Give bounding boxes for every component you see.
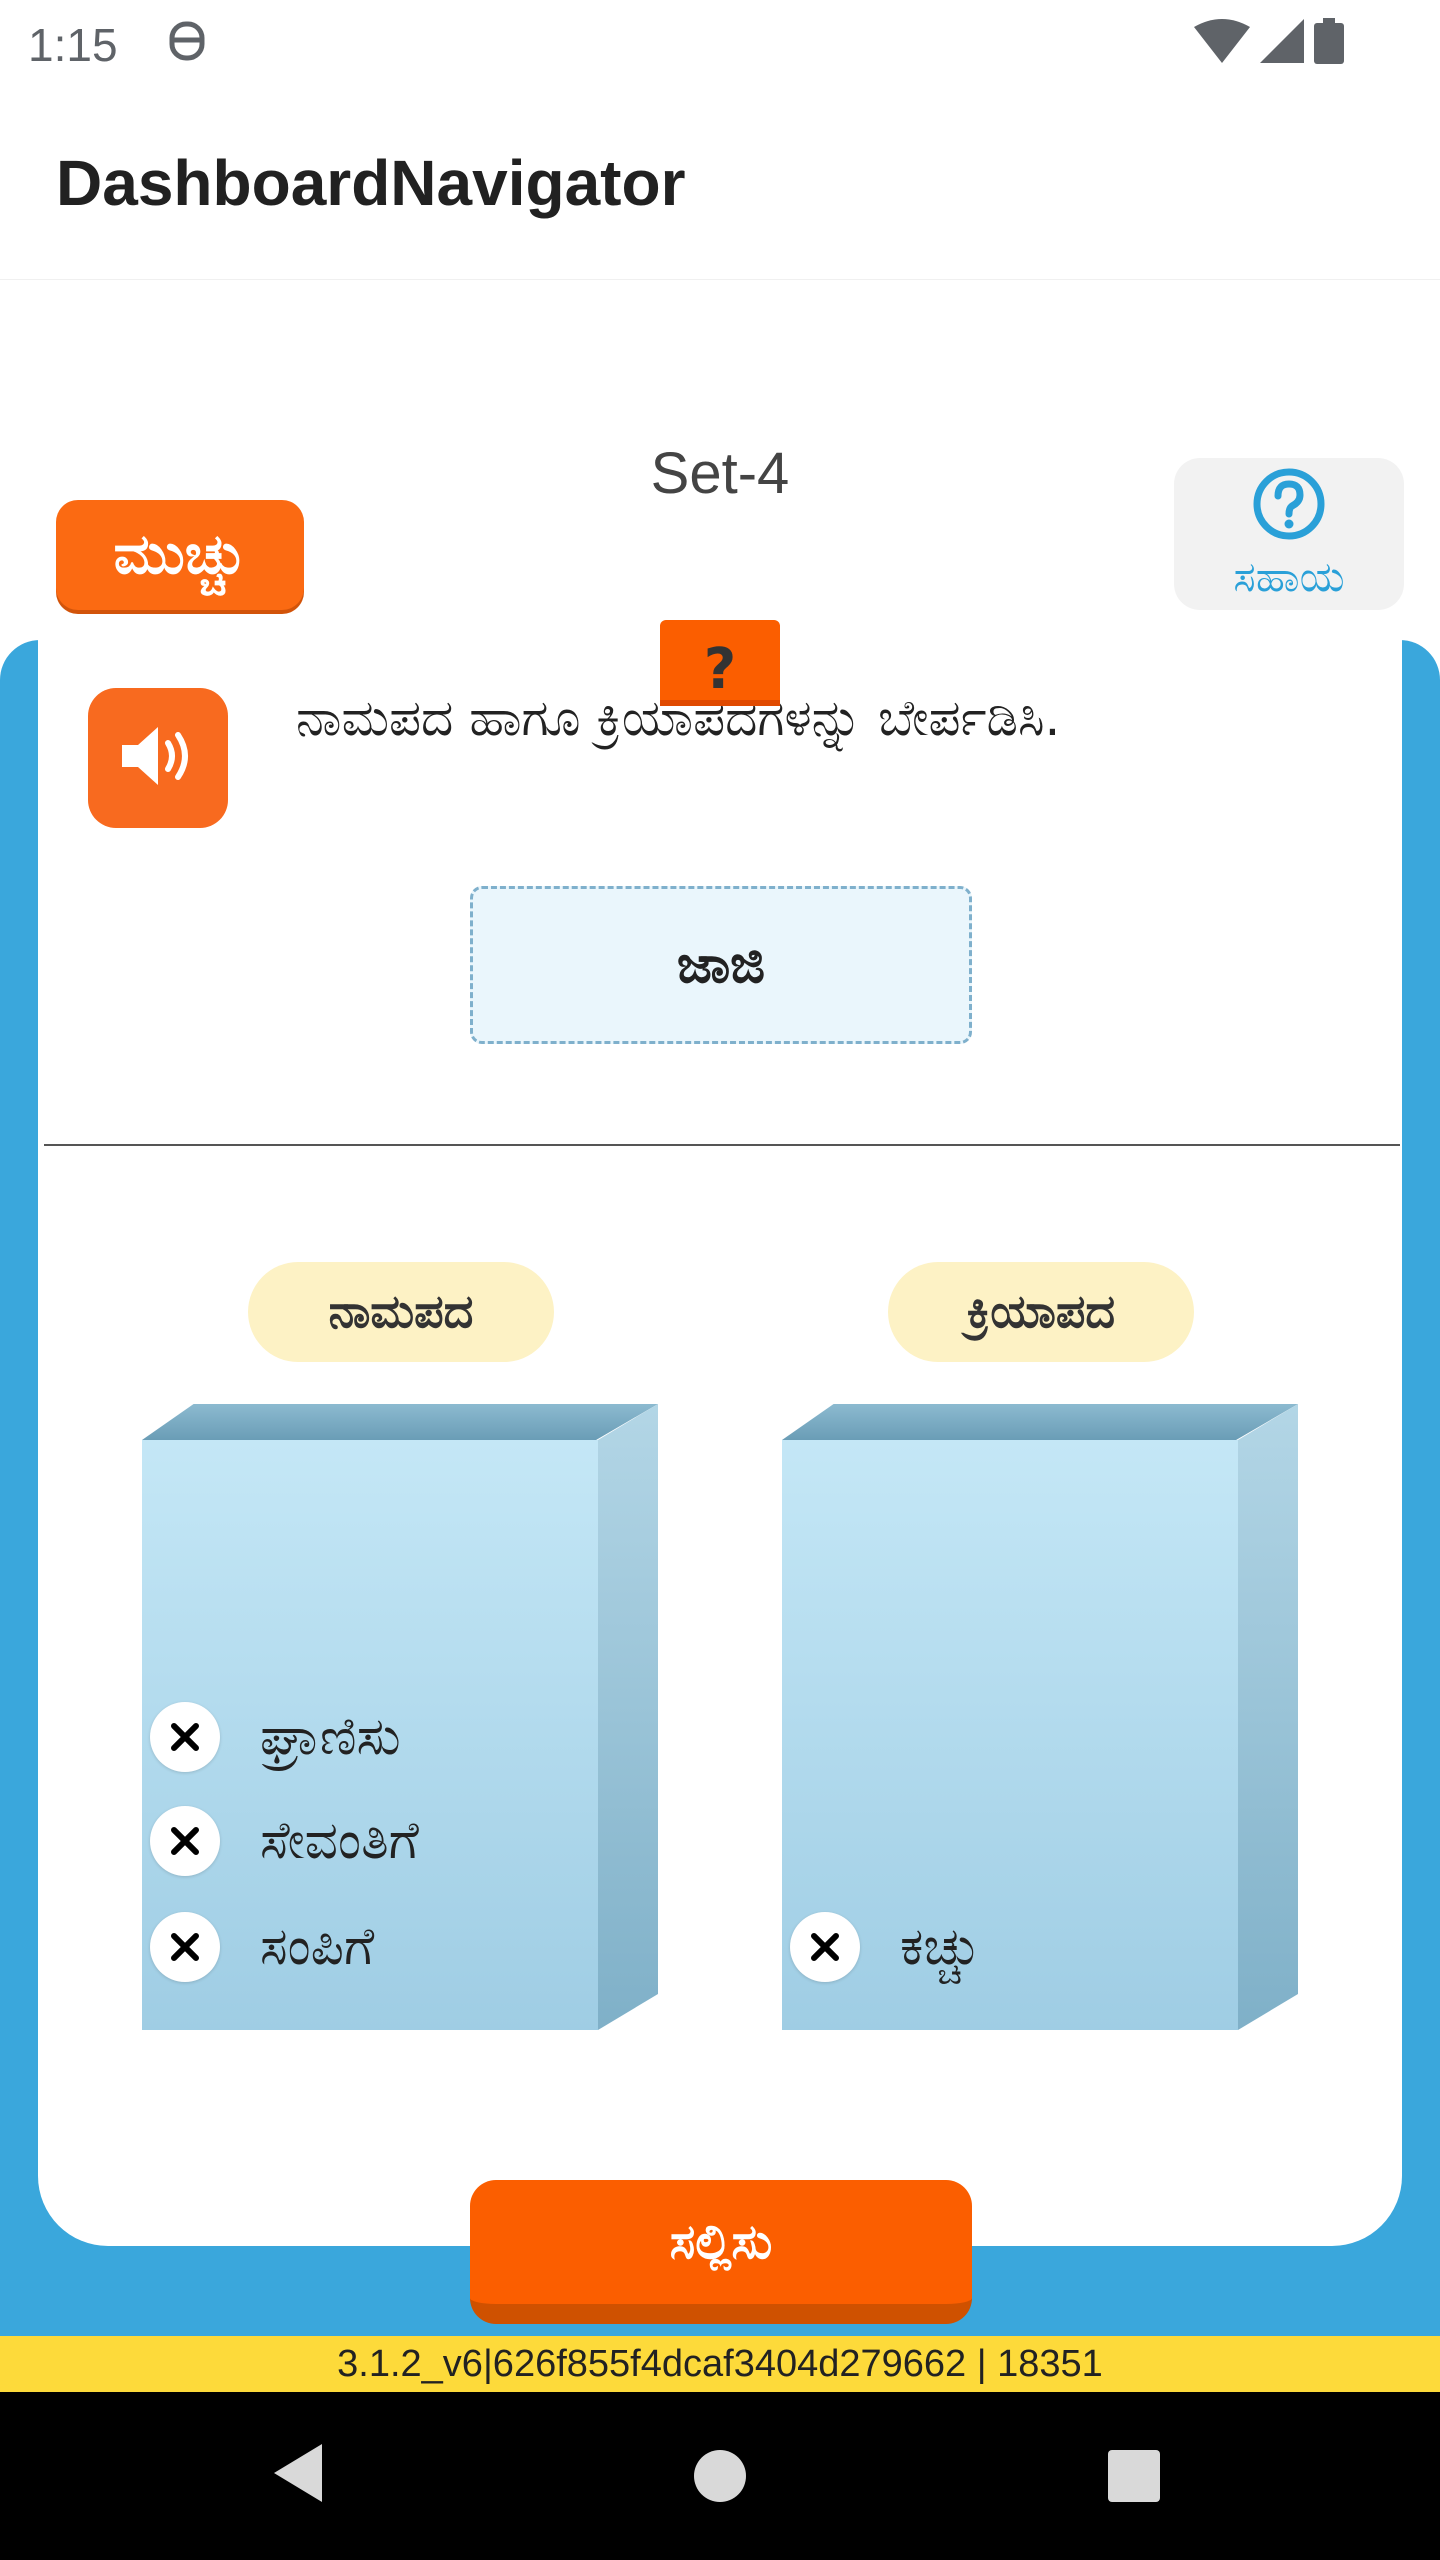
app-notification-icon: [168, 18, 206, 64]
sorted-item-label: ಸಂಪಿಗೆ: [260, 1916, 375, 1977]
close-x-icon: [171, 1723, 199, 1751]
speaker-button[interactable]: [88, 688, 228, 828]
close-x-icon: [171, 1827, 199, 1855]
battery-icon: [1314, 18, 1344, 68]
category-label-verb: ಕ್ರಿಯಾಪದ: [888, 1262, 1194, 1362]
sorted-item-label: ಸೇವಂತಿಗೆ: [260, 1810, 419, 1871]
sorted-item: ಕಚ್ಚು: [790, 1912, 981, 1982]
home-icon[interactable]: [694, 2450, 746, 2502]
version-bar: 3.1.2_v6|626f855f4dcaf3404d279662 | 1835…: [0, 2336, 1440, 2392]
navigation-bar: [0, 2392, 1440, 2560]
submit-button[interactable]: ಸಲ್ಲಿಸು: [470, 2180, 972, 2324]
signal-icon: [1260, 19, 1304, 67]
close-x-icon: [171, 1933, 199, 1961]
status-icons: [1194, 18, 1344, 68]
sorted-item-label: ಘ್ರಾಣಿಸು: [260, 1706, 401, 1767]
help-label: ಸಹಾಯ: [1233, 552, 1345, 601]
sorted-item: ಸೇವಂತಿಗೆ: [150, 1806, 419, 1876]
sorted-item: ಸಂಪಿಗೆ: [150, 1912, 374, 1982]
divider: [44, 1144, 1400, 1146]
question-badge: ?: [660, 620, 780, 706]
remove-item-button[interactable]: [790, 1912, 860, 1982]
close-button[interactable]: ಮುಚ್ಚು: [56, 500, 304, 610]
status-time: 1:15: [28, 19, 118, 71]
sorted-item: ಘ್ರಾಣಿಸು: [150, 1702, 401, 1772]
app-title: DashboardNavigator: [56, 147, 686, 219]
speaker-icon: [118, 721, 198, 795]
question-circle-icon: [1251, 466, 1327, 546]
category-label-noun: ನಾಮಪದ: [248, 1262, 554, 1362]
recents-icon[interactable]: [1108, 2450, 1160, 2502]
remove-item-button[interactable]: [150, 1702, 220, 1772]
remove-item-button[interactable]: [150, 1806, 220, 1876]
status-bar: 1:15: [0, 0, 1440, 84]
app-bar: DashboardNavigator: [0, 84, 1440, 280]
sorted-item-label: ಕಚ್ಚು: [900, 1916, 981, 1977]
back-icon[interactable]: [270, 2442, 326, 2508]
remove-item-button[interactable]: [150, 1912, 220, 1982]
close-x-icon: [811, 1933, 839, 1961]
help-button[interactable]: ಸಹಾಯ: [1174, 458, 1404, 610]
draggable-word[interactable]: ಜಾಜಿ: [470, 886, 972, 1044]
wifi-icon: [1194, 19, 1250, 67]
